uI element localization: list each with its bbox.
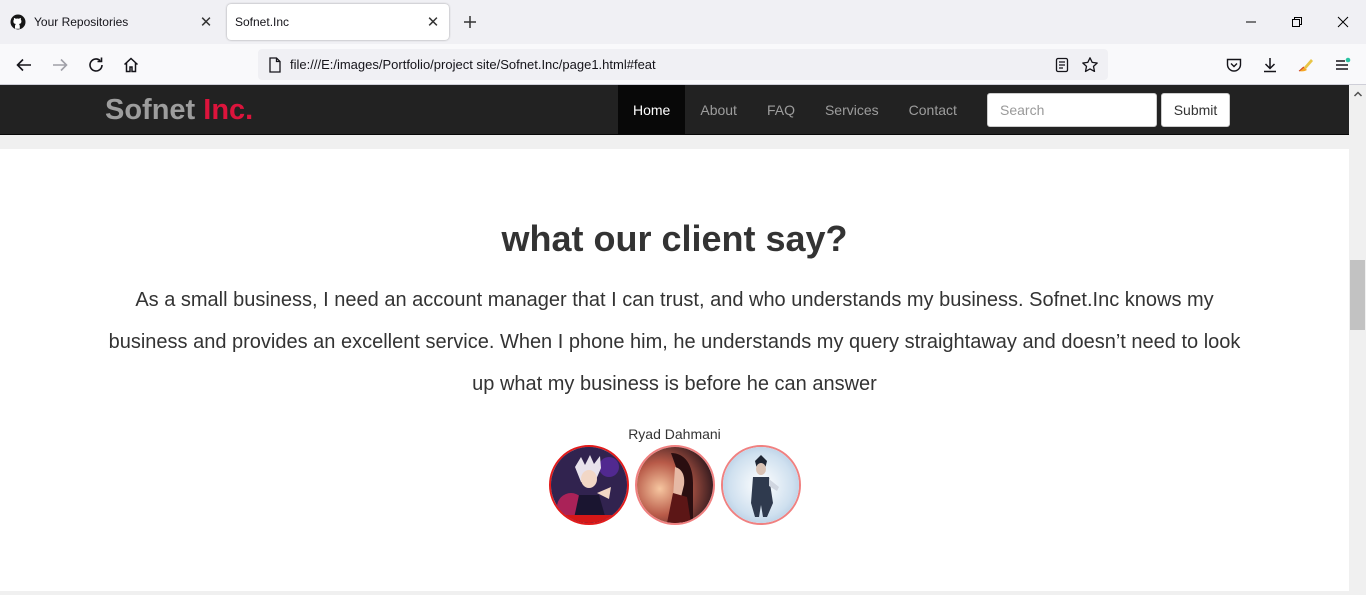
brand-name: Sofnet bbox=[105, 94, 196, 126]
arrow-right-icon bbox=[53, 58, 68, 72]
close-tab-icon[interactable]: ✕ bbox=[421, 10, 445, 34]
tab-strip: Your Repositories ✕ Sofnet.Inc ✕ bbox=[0, 0, 1366, 44]
site-menu: Home About FAQ Services Contact bbox=[618, 85, 972, 135]
minimize-button[interactable] bbox=[1237, 8, 1265, 36]
tab-your-repositories[interactable]: Your Repositories ✕ bbox=[0, 4, 222, 40]
tab-sofnet-inc[interactable]: Sofnet.Inc ✕ bbox=[227, 4, 449, 40]
reload-button[interactable] bbox=[83, 52, 109, 78]
close-tab-icon[interactable]: ✕ bbox=[194, 10, 218, 34]
download-icon bbox=[1264, 58, 1276, 73]
section-heading: what our client say? bbox=[501, 218, 848, 259]
arrow-left-icon bbox=[16, 58, 31, 72]
pocket-icon bbox=[1226, 58, 1242, 72]
plus-icon bbox=[464, 16, 476, 28]
back-button[interactable] bbox=[11, 52, 37, 78]
page-scrollbar[interactable] bbox=[1349, 85, 1366, 595]
file-icon bbox=[260, 50, 290, 80]
testimonial-author: Ryad Dahmani bbox=[628, 426, 721, 442]
forward-button[interactable] bbox=[47, 52, 73, 78]
github-icon bbox=[10, 14, 26, 30]
pocket-button[interactable] bbox=[1221, 52, 1247, 78]
downloads-button[interactable] bbox=[1257, 52, 1283, 78]
avatar-red-haired-character-image bbox=[637, 447, 713, 523]
paintbrush-extension-icon bbox=[1298, 59, 1313, 72]
site-navbar: Sofnet Inc. Home About FAQ Services Cont… bbox=[0, 85, 1349, 135]
bookmark-star-icon[interactable] bbox=[1076, 51, 1104, 79]
scrollbar-thumb[interactable] bbox=[1350, 260, 1365, 330]
avatar-anime-character-image bbox=[551, 447, 627, 523]
extension-button[interactable] bbox=[1293, 52, 1319, 78]
home-button[interactable] bbox=[118, 52, 144, 78]
restore-button[interactable] bbox=[1283, 8, 1311, 36]
url-text: file:///E:/images/Portfolio/project site… bbox=[290, 57, 656, 72]
browser-toolbar: file:///E:/images/Portfolio/project site… bbox=[0, 44, 1366, 85]
restore-icon bbox=[1292, 17, 1302, 27]
reader-view-icon[interactable] bbox=[1048, 51, 1076, 79]
new-tab-button[interactable] bbox=[458, 10, 482, 34]
submit-button[interactable]: Submit bbox=[1161, 93, 1230, 127]
close-window-button[interactable] bbox=[1329, 8, 1357, 36]
url-bar[interactable]: file:///E:/images/Portfolio/project site… bbox=[258, 49, 1108, 80]
minimize-icon bbox=[1246, 21, 1256, 23]
avatar-snow-character-image bbox=[723, 447, 799, 523]
app-menu-button[interactable] bbox=[1329, 52, 1355, 78]
scroll-up-icon[interactable] bbox=[1349, 85, 1366, 102]
hamburger-menu-icon bbox=[1336, 57, 1351, 70]
avatar-2[interactable] bbox=[635, 445, 715, 525]
brand-accent: Inc. bbox=[203, 94, 254, 126]
menu-contact[interactable]: Contact bbox=[894, 85, 972, 135]
tab-title: Your Repositories bbox=[34, 15, 129, 29]
avatar-1[interactable] bbox=[549, 445, 629, 525]
search-input[interactable] bbox=[987, 93, 1157, 127]
reload-icon bbox=[89, 57, 103, 72]
menu-about[interactable]: About bbox=[685, 85, 752, 135]
testimonial-section: what our client say? As a small business… bbox=[0, 149, 1349, 591]
site-brand[interactable]: Sofnet Inc. bbox=[105, 94, 253, 127]
page-viewport: Sofnet Inc. Home About FAQ Services Cont… bbox=[0, 85, 1349, 595]
menu-faq[interactable]: FAQ bbox=[752, 85, 810, 135]
menu-services[interactable]: Services bbox=[810, 85, 894, 135]
menu-home[interactable]: Home bbox=[618, 85, 686, 135]
close-icon bbox=[1337, 16, 1349, 28]
home-icon bbox=[123, 57, 139, 73]
testimonial-quote: As a small business, I need an account m… bbox=[108, 289, 1241, 395]
tab-title: Sofnet.Inc bbox=[235, 15, 290, 29]
avatar-carousel bbox=[549, 445, 801, 525]
avatar-3[interactable] bbox=[721, 445, 801, 525]
